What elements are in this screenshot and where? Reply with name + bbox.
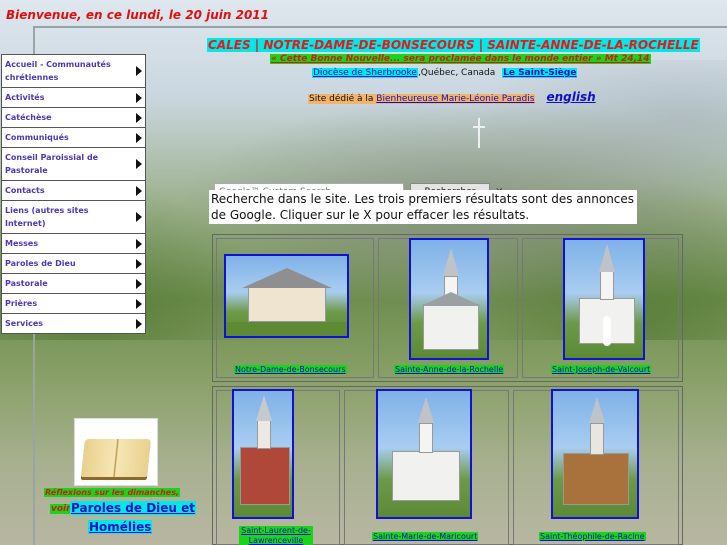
church-spire: [443, 248, 459, 276]
blessed-marie-leonie-link[interactable]: Bienheureuse Marie-Léonie Paradis: [376, 94, 534, 104]
arrow-right-icon: [136, 212, 142, 222]
menu-item-catechese[interactable]: Catéchèse: [2, 108, 145, 128]
church-spire: [418, 397, 434, 423]
dedication-prefix: Site dédié à la: [309, 94, 374, 104]
menu-item-label: Pastorale: [5, 279, 48, 288]
menu-item-label: Communiqués: [5, 133, 69, 142]
english-link[interactable]: english: [547, 90, 596, 104]
menu-item-accueil[interactable]: Accueil - Communautés chrétiennes: [2, 55, 145, 88]
menu-item-prieres[interactable]: Prières: [2, 294, 145, 314]
menu-item-paroles[interactable]: Paroles de Dieu: [2, 254, 145, 274]
open-book-icon: [81, 439, 151, 477]
church-photo-notre-dame[interactable]: [224, 254, 349, 338]
church-photo-saint-laurent[interactable]: [232, 389, 294, 519]
homelies-link[interactable]: Homélies: [88, 520, 153, 534]
church-link-saint-theophile[interactable]: Saint-Théophile-de-Racine: [539, 532, 646, 541]
church-photo-sainte-marie[interactable]: [376, 389, 472, 519]
saint-siege-link[interactable]: Le Saint-Siège: [502, 68, 578, 78]
location-text: ,Québec, Canada: [417, 68, 496, 78]
church-tower: [600, 270, 614, 300]
voir-text: voir: [50, 504, 72, 514]
menu-item-label: Contacts: [5, 186, 45, 195]
menu-item-services[interactable]: Services: [2, 314, 145, 333]
lawn: [226, 322, 347, 336]
church-roof: [242, 268, 332, 288]
dedication: Site dédié à la Bienheureuse Marie-Léoni…: [308, 94, 536, 104]
paroles-de-dieu-link[interactable]: Paroles de Dieu et: [70, 501, 197, 515]
church-photo-saint-joseph[interactable]: [563, 238, 645, 360]
statue: [603, 316, 611, 346]
church-photo-saint-theophile[interactable]: [551, 389, 639, 519]
church-roof: [421, 292, 481, 306]
menu-item-label: Liens (autres sites Internet): [5, 206, 89, 228]
arrow-right-icon: [136, 66, 142, 76]
church-tower: [257, 419, 271, 449]
church-link-saint-laurent[interactable]: Saint-Laurent-de-Lawrenceville: [239, 526, 313, 545]
site-title: CALES | NOTRE-DAME-DE-BONSECOURS | SAINT…: [207, 38, 700, 52]
search-help-text: Recherche dans le site. Les trois premie…: [209, 190, 637, 224]
church-spire: [256, 395, 272, 421]
menu-item-contacts[interactable]: Contacts: [2, 181, 145, 201]
links-row: Diocèse de Sherbrooke,Québec, Canada Le …: [312, 68, 578, 78]
church-building: [563, 453, 629, 505]
church-tower: [419, 423, 433, 453]
menu-item-label: Services: [5, 319, 44, 328]
arrow-right-icon: [136, 92, 142, 103]
menu-item-label: Messes: [5, 239, 39, 248]
dedication-row: Site dédié à la Bienheureuse Marie-Léoni…: [308, 86, 596, 105]
arrow-right-icon: [136, 159, 142, 169]
arrow-right-icon: [136, 132, 142, 143]
arrow-right-icon: [136, 238, 142, 249]
arrow-right-icon: [136, 112, 142, 123]
church-link-sainte-marie[interactable]: Sainte-Marie-de-Maricourt: [372, 532, 479, 541]
welcome-date: Bienvenue, en ce lundi, le 20 juin 2011: [6, 8, 269, 22]
menu-item-label: Conseil Paroissial de Pastorale: [5, 153, 99, 175]
main-menu: Accueil - Communautés chrétiennes Activi…: [1, 54, 146, 334]
church-link-sainte-anne[interactable]: Sainte-Anne-de-la-Rochelle: [394, 365, 505, 374]
arrow-right-icon: [136, 278, 142, 289]
menu-item-liens[interactable]: Liens (autres sites Internet): [2, 201, 145, 234]
menu-item-activites[interactable]: Activités: [2, 88, 145, 108]
church-spire: [599, 244, 615, 272]
church-link-notre-dame[interactable]: Notre-Dame-de-Bonsecours: [234, 365, 347, 374]
menu-item-label: Catéchèse: [5, 113, 52, 122]
gospel-quote-text[interactable]: « Cette Bonne Nouvelle... sera proclamée…: [271, 54, 650, 64]
arrow-right-icon: [136, 185, 142, 196]
arrow-right-icon: [136, 318, 142, 329]
menu-item-pastorale[interactable]: Pastorale: [2, 274, 145, 294]
menu-item-label: Paroles de Dieu: [5, 259, 76, 268]
arrow-right-icon: [136, 298, 142, 309]
menu-item-communiques[interactable]: Communiqués: [2, 128, 145, 148]
church-photo-sainte-anne[interactable]: [409, 238, 489, 360]
menu-item-label: Activités: [5, 93, 45, 102]
arrow-right-icon: [136, 258, 142, 269]
diocese-link[interactable]: Diocèse de Sherbrooke: [312, 68, 418, 78]
gospel-quote[interactable]: « Cette Bonne Nouvelle... sera proclamée…: [270, 54, 651, 64]
menu-item-messes[interactable]: Messes: [2, 234, 145, 254]
church-building: [240, 447, 290, 505]
church-link-saint-joseph[interactable]: Saint-Joseph-de-Valcourt: [551, 365, 652, 374]
church-building: [248, 286, 326, 322]
menu-item-label: Accueil - Communautés chrétiennes: [5, 60, 111, 82]
church-building: [423, 304, 479, 350]
church-building: [392, 451, 460, 501]
bible-image[interactable]: [74, 418, 158, 486]
menu-item-conseil[interactable]: Conseil Paroissial de Pastorale: [2, 148, 145, 181]
reflections-caption: Réflexions sur les dimanches,: [44, 488, 181, 497]
menu-item-label: Prières: [5, 299, 38, 308]
church-tower: [590, 423, 604, 455]
church-spire: [589, 397, 605, 423]
hill-cross-icon: [473, 118, 485, 148]
